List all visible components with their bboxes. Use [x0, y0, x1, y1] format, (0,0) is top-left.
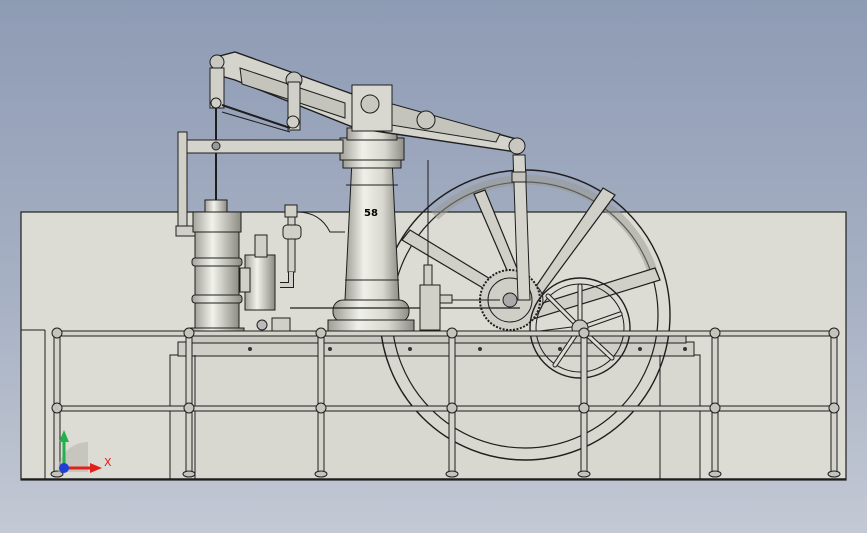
- steam-cylinder[interactable]: [189, 199, 245, 337]
- steam-engine-model[interactable]: 58: [0, 0, 867, 533]
- x-axis-label: X: [104, 456, 112, 469]
- column-stamp: 58: [364, 208, 378, 219]
- cad-viewport[interactable]: 58 X: [0, 0, 867, 533]
